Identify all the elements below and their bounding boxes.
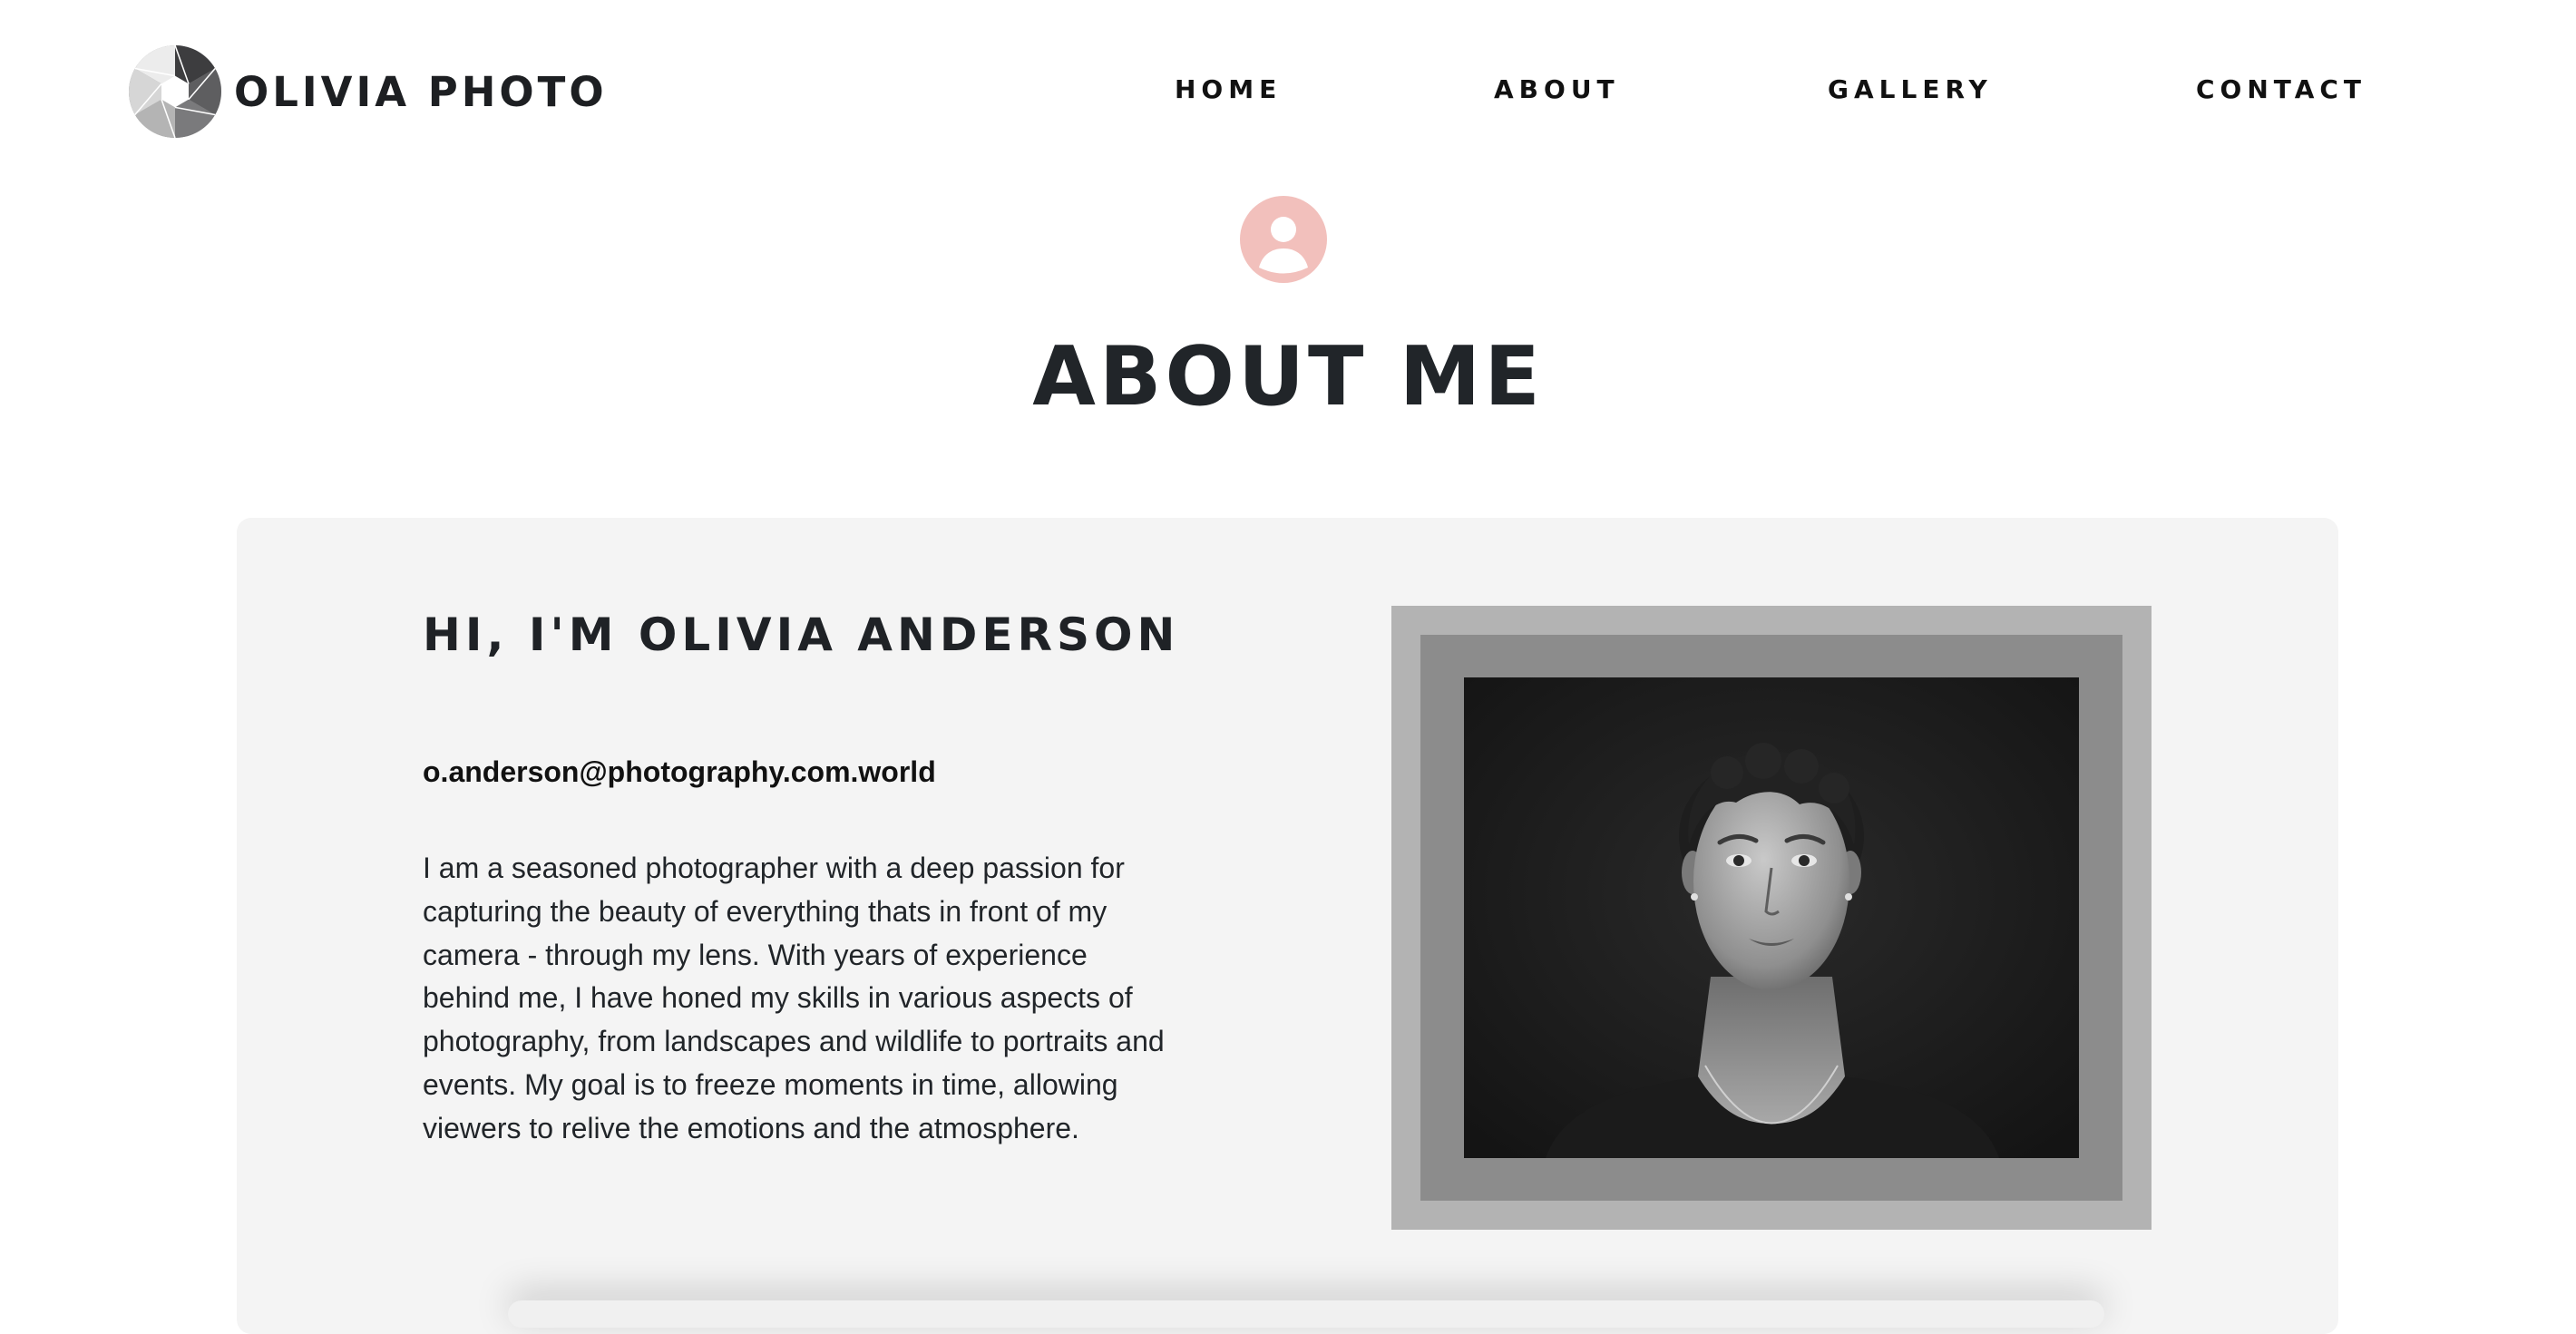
nav-link-gallery[interactable]: GALLERY xyxy=(1828,72,1993,108)
nav-link-home[interactable]: HOME xyxy=(1175,72,1282,108)
user-avatar-icon xyxy=(1240,196,1327,283)
brand-logo[interactable]: OLIVIA PHOTO xyxy=(129,45,608,138)
camera-aperture-icon xyxy=(129,45,221,138)
email-link[interactable]: o.anderson@photography.com.world xyxy=(423,752,936,792)
page-title: ABOUT ME xyxy=(1032,329,1544,424)
card-shadow-strip xyxy=(508,1300,2104,1328)
greeting-heading: HI, I'M OLIVIA ANDERSON xyxy=(423,609,1180,661)
nav-link-contact[interactable]: CONTACT xyxy=(2196,72,2366,108)
portrait-photo xyxy=(1464,677,2079,1158)
bio-paragraph: I am a seasoned photographer with a deep… xyxy=(423,852,1165,1144)
nav-link-about[interactable]: ABOUT xyxy=(1494,72,1620,108)
brand-name: OLIVIA PHOTO xyxy=(234,67,608,116)
